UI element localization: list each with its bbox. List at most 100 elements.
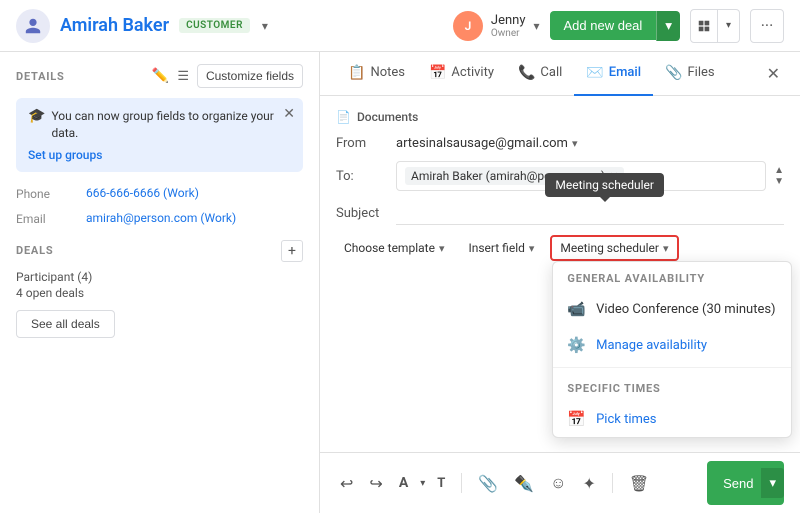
- phone-value[interactable]: 666-666-6666 (Work): [86, 186, 199, 200]
- tooltip-arrow: [600, 197, 610, 202]
- details-header: DETAILS ✏️ ☰ Customize fields: [16, 64, 303, 88]
- from-row: From artesinalsausage@gmail.com ▾: [336, 136, 784, 151]
- details-label: DETAILS: [16, 70, 144, 83]
- choose-template-button[interactable]: Choose template ▾: [336, 237, 452, 259]
- main-layout: DETAILS ✏️ ☰ Customize fields 🎓 You can …: [0, 52, 800, 513]
- contact-avatar: [16, 9, 50, 43]
- phone-field-row: Phone 666-666-6666 (Work): [16, 186, 303, 201]
- subject-row: Subject: [336, 201, 784, 225]
- video-conference-icon: 📹: [567, 300, 586, 318]
- dropdown-divider: [553, 367, 791, 368]
- from-dropdown-icon[interactable]: ▾: [572, 137, 578, 150]
- signature-icon[interactable]: ✒️: [510, 470, 538, 497]
- text-format-icon[interactable]: T: [433, 472, 449, 495]
- tab-email-label: Email: [609, 65, 641, 80]
- add-deal-split-button[interactable]: ▾: [656, 11, 680, 41]
- meeting-scheduler-button[interactable]: Meeting scheduler ▾ GENERAL AVAILABILITY…: [550, 235, 678, 261]
- tab-email[interactable]: ✉️ Email: [574, 52, 653, 96]
- notification-icon: 🎓: [28, 108, 45, 124]
- setup-groups-link[interactable]: Set up groups: [28, 148, 291, 162]
- pick-times-icon: 📅: [567, 410, 586, 428]
- call-tab-icon: 📞: [518, 65, 535, 81]
- notification-text: You can now group fields to organize you…: [51, 108, 291, 142]
- more-options-button[interactable]: ···: [750, 9, 784, 43]
- filter-icon[interactable]: ☰: [177, 69, 189, 84]
- close-tab-button[interactable]: ✕: [763, 60, 784, 87]
- tab-activity[interactable]: 📅 Activity: [417, 52, 506, 96]
- open-deals-label: 4 open deals: [16, 286, 303, 300]
- grid-view-wrapper: ▾: [690, 9, 740, 43]
- from-email: artesinalsausage@gmail.com: [396, 136, 568, 151]
- email-tab-icon: ✉️: [586, 65, 603, 81]
- owner-section: J Jenny Owner ▾: [453, 11, 540, 41]
- more-format-icon[interactable]: ✦: [579, 470, 600, 497]
- grid-view-button[interactable]: [690, 9, 718, 43]
- left-panel: DETAILS ✏️ ☰ Customize fields 🎓 You can …: [0, 52, 320, 513]
- insert-field-button[interactable]: Insert field ▾: [460, 237, 542, 259]
- tab-notes[interactable]: 📋 Notes: [336, 52, 417, 96]
- app-header: Amirah Baker CUSTOMER ▾ J Jenny Owner ▾ …: [0, 0, 800, 52]
- toolbar-separator-2: [612, 473, 613, 493]
- undo-icon[interactable]: ↩: [336, 470, 357, 497]
- choose-template-dropdown-icon: ▾: [439, 242, 445, 255]
- phone-label: Phone: [16, 186, 86, 201]
- contact-dropdown-icon[interactable]: ▾: [262, 19, 268, 33]
- delete-icon[interactable]: 🗑: [625, 470, 653, 497]
- toolbar-separator-1: [461, 473, 462, 493]
- email-label: Email: [16, 211, 86, 226]
- manage-availability-label: Manage availability: [596, 338, 707, 353]
- manage-availability-item[interactable]: ⚙️ Manage availability: [553, 327, 791, 363]
- deals-section: DEALS + Participant (4) 4 open deals See…: [16, 240, 303, 338]
- send-button[interactable]: Send ▾: [707, 461, 784, 505]
- video-conference-item[interactable]: 📹 Video Conference (30 minutes): [553, 291, 791, 327]
- files-tab-icon: 📎: [665, 65, 682, 81]
- right-panel: 📋 Notes 📅 Activity 📞 Call ✉️ Email 📎 Fil…: [320, 52, 800, 513]
- activity-tab-icon: 📅: [429, 65, 446, 81]
- meeting-scheduler-dropdown: GENERAL AVAILABILITY 📹 Video Conference …: [552, 261, 792, 438]
- grid-split-button[interactable]: ▾: [718, 9, 740, 43]
- attachment-icon[interactable]: 📎: [474, 470, 502, 497]
- meeting-scheduler-label: Meeting scheduler: [560, 241, 659, 255]
- to-expand-button[interactable]: ▲▼: [774, 165, 784, 187]
- from-label: From: [336, 136, 396, 151]
- customize-fields-button[interactable]: Customize fields: [197, 64, 303, 88]
- pick-times-item[interactable]: 📅 Pick times: [553, 401, 791, 437]
- add-deal-icon-button[interactable]: +: [281, 240, 303, 262]
- header-right: J Jenny Owner ▾ Add new deal ▾ ▾ ···: [453, 9, 784, 43]
- meeting-scheduler-dropdown-icon: ▾: [663, 242, 669, 255]
- bottom-toolbar: ↩ ↪ A ▾ T 📎 ✒️ ☺ ✦ 🗑 Send ▾: [320, 452, 800, 513]
- tab-call-label: Call: [540, 65, 562, 80]
- emoji-icon[interactable]: ☺: [546, 469, 570, 497]
- tab-files-label: Files: [687, 65, 714, 80]
- tab-call[interactable]: 📞 Call: [506, 52, 574, 96]
- add-deal-button[interactable]: Add new deal: [550, 11, 657, 40]
- add-deal-wrapper: Add new deal ▾: [550, 11, 680, 41]
- manage-availability-icon: ⚙️: [567, 336, 586, 354]
- tab-activity-label: Activity: [451, 65, 494, 80]
- owner-dropdown-icon[interactable]: ▾: [533, 19, 539, 33]
- tooltip-box: Meeting scheduler: [545, 173, 664, 197]
- insert-field-label: Insert field: [468, 241, 524, 255]
- font-icon[interactable]: A: [395, 471, 412, 495]
- owner-role: Owner: [491, 28, 526, 39]
- email-value[interactable]: amirah@person.com (Work): [86, 211, 236, 225]
- send-wrapper: Send ▾: [707, 461, 784, 505]
- notes-tab-icon: 📋: [348, 65, 365, 81]
- video-conference-label: Video Conference (30 minutes): [596, 302, 775, 317]
- redo-icon[interactable]: ↪: [365, 470, 386, 497]
- tabs-bar: 📋 Notes 📅 Activity 📞 Call ✉️ Email 📎 Fil…: [320, 52, 800, 96]
- subject-input[interactable]: [396, 201, 784, 225]
- tab-files[interactable]: 📎 Files: [653, 52, 727, 96]
- from-value: artesinalsausage@gmail.com ▾: [396, 136, 578, 151]
- owner-info: Jenny Owner: [491, 13, 526, 39]
- send-dropdown-icon[interactable]: ▾: [761, 468, 784, 498]
- edit-icon[interactable]: ✏️: [152, 68, 169, 84]
- participant-label: Participant (4): [16, 270, 303, 284]
- general-availability-title: GENERAL AVAILABILITY: [553, 262, 791, 291]
- to-label: To:: [336, 169, 396, 184]
- document-icon: 📄: [336, 110, 351, 124]
- font-dropdown-icon[interactable]: ▾: [420, 478, 425, 489]
- header-left: Amirah Baker CUSTOMER ▾: [16, 9, 453, 43]
- see-all-deals-button[interactable]: See all deals: [16, 310, 115, 338]
- notification-close-button[interactable]: ✕: [283, 106, 295, 122]
